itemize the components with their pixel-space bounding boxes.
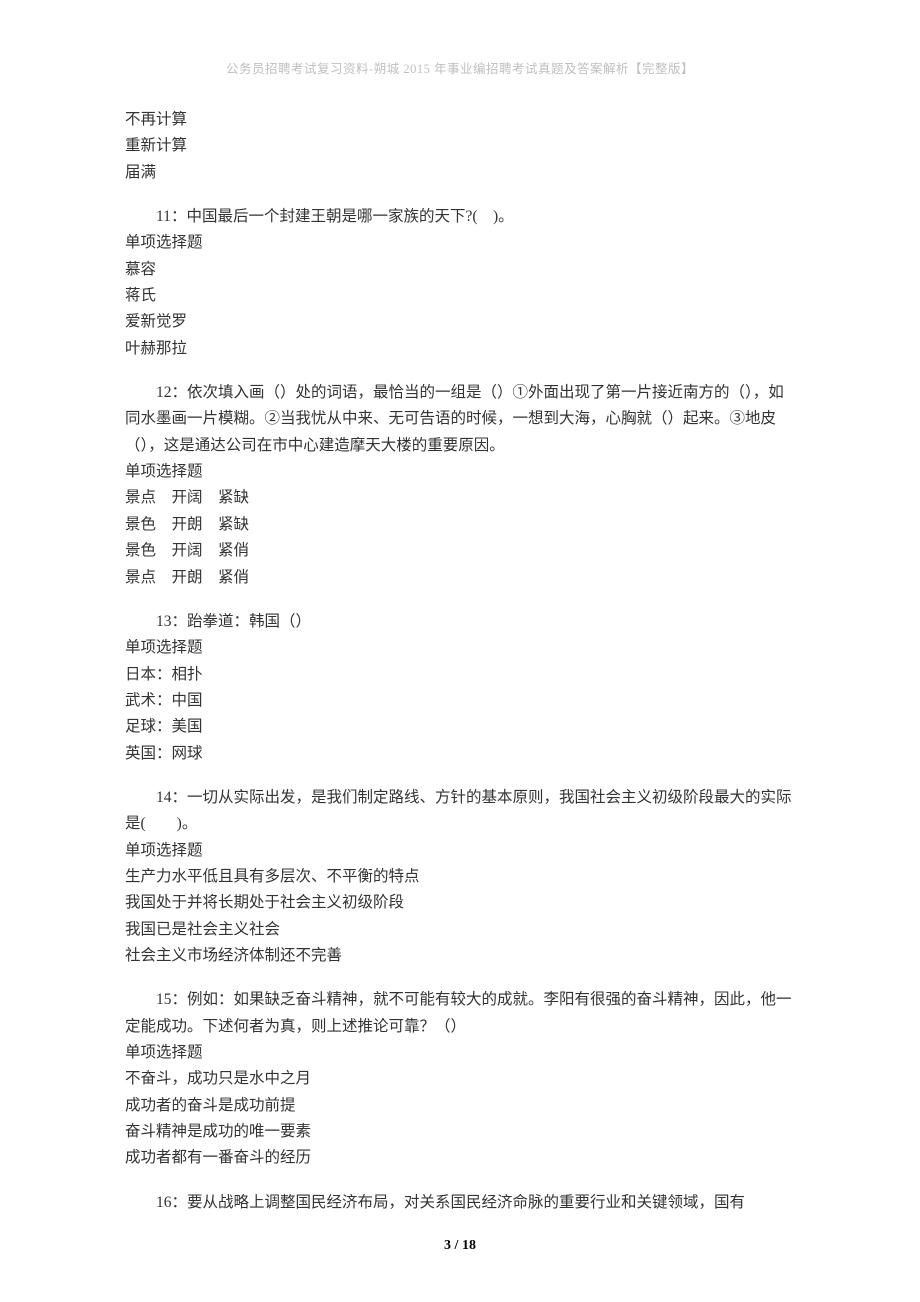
option-item: 不再计算 xyxy=(125,107,795,133)
question-type: 单项选择题 xyxy=(125,459,795,485)
question-stem: 12：依次填入画（）处的词语，最恰当的一组是（）①外面出现了第一片接近南方的（）… xyxy=(125,380,795,459)
question-13: 13：跆拳道：韩国（） 单项选择题 日本：相扑 武术：中国 足球：美国 英国：网… xyxy=(125,609,795,767)
option-item: 我国处于并将长期处于社会主义初级阶段 xyxy=(125,890,795,916)
option-item: 不奋斗，成功只是水中之月 xyxy=(125,1066,795,1092)
question-stem: 15：例如：如果缺乏奋斗精神，就不可能有较大的成就。李阳有很强的奋斗精神，因此，… xyxy=(125,987,795,1040)
option-item: 慕容 xyxy=(125,257,795,283)
page-header: 公务员招聘考试复习资料-朔城 2015 年事业编招聘考试真题及答案解析【完整版】 xyxy=(125,58,795,77)
option-item: 足球：美国 xyxy=(125,714,795,740)
question-stem: 14：一切从实际出发，是我们制定路线、方针的基本原则，我国社会主义初级阶段最大的… xyxy=(125,785,795,838)
question-16: 16：要从战略上调整国民经济布局，对关系国民经济命脉的重要行业和关键领域，国有 xyxy=(125,1190,795,1216)
question-number: 15 xyxy=(156,991,172,1008)
option-item: 成功者的奋斗是成功前提 xyxy=(125,1093,795,1119)
option-item: 我国已是社会主义社会 xyxy=(125,917,795,943)
option-item: 景色 开阔 紧俏 xyxy=(125,538,795,564)
question-text: 要从战略上调整国民经济布局，对关系国民经济命脉的重要行业和关键领域，国有 xyxy=(187,1194,745,1211)
option-item: 爱新觉罗 xyxy=(125,309,795,335)
page-number-total: 18 xyxy=(462,1238,476,1253)
question-15: 15：例如：如果缺乏奋斗精神，就不可能有较大的成就。李阳有很强的奋斗精神，因此，… xyxy=(125,987,795,1171)
orphan-options-block: 不再计算 重新计算 届满 xyxy=(125,107,795,186)
option-item: 社会主义市场经济体制还不完善 xyxy=(125,943,795,969)
option-item: 日本：相扑 xyxy=(125,662,795,688)
question-type: 单项选择题 xyxy=(125,1040,795,1066)
option-item: 景点 开阔 紧缺 xyxy=(125,485,795,511)
question-number: 14 xyxy=(156,789,172,806)
question-number: 11 xyxy=(156,208,171,225)
option-item: 景色 开朗 紧缺 xyxy=(125,512,795,538)
question-number: 16 xyxy=(156,1194,172,1211)
question-12: 12：依次填入画（）处的词语，最恰当的一组是（）①外面出现了第一片接近南方的（）… xyxy=(125,380,795,591)
option-item: 成功者都有一番奋斗的经历 xyxy=(125,1145,795,1171)
option-item: 英国：网球 xyxy=(125,741,795,767)
page-footer: 3 / 18 xyxy=(0,1238,920,1254)
page-number-current: 3 xyxy=(444,1238,451,1253)
question-text: 一切从实际出发，是我们制定路线、方针的基本原则，我国社会主义初级阶段最大的实际是… xyxy=(125,789,792,832)
option-item: 重新计算 xyxy=(125,133,795,159)
question-stem: 16：要从战略上调整国民经济布局，对关系国民经济命脉的重要行业和关键领域，国有 xyxy=(125,1190,795,1216)
question-14: 14：一切从实际出发，是我们制定路线、方针的基本原则，我国社会主义初级阶段最大的… xyxy=(125,785,795,969)
question-text: 跆拳道：韩国（） xyxy=(187,613,311,630)
option-item: 武术：中国 xyxy=(125,688,795,714)
question-number: 13 xyxy=(156,613,172,630)
question-stem: 13：跆拳道：韩国（） xyxy=(125,609,795,635)
option-item: 生产力水平低且具有多层次、不平衡的特点 xyxy=(125,864,795,890)
document-page: 公务员招聘考试复习资料-朔城 2015 年事业编招聘考试真题及答案解析【完整版】… xyxy=(0,0,920,1302)
question-type: 单项选择题 xyxy=(125,230,795,256)
question-type: 单项选择题 xyxy=(125,635,795,661)
document-body: 不再计算 重新计算 届满 11：中国最后一个封建王朝是哪一家族的天下?( )。 … xyxy=(125,107,795,1216)
question-text: 依次填入画（）处的词语，最恰当的一组是（）①外面出现了第一片接近南方的（），如同… xyxy=(125,384,784,454)
page-number-sep: / xyxy=(451,1238,462,1253)
question-text: 例如：如果缺乏奋斗精神，就不可能有较大的成就。李阳有很强的奋斗精神，因此，他一定… xyxy=(125,991,792,1034)
question-text: 中国最后一个封建王朝是哪一家族的天下?( )。 xyxy=(186,208,513,225)
option-item: 蒋氏 xyxy=(125,283,795,309)
question-number: 12 xyxy=(156,384,172,401)
option-item: 叶赫那拉 xyxy=(125,336,795,362)
option-item: 奋斗精神是成功的唯一要素 xyxy=(125,1119,795,1145)
question-stem: 11：中国最后一个封建王朝是哪一家族的天下?( )。 xyxy=(125,204,795,230)
option-item: 届满 xyxy=(125,160,795,186)
option-item: 景点 开朗 紧俏 xyxy=(125,565,795,591)
question-11: 11：中国最后一个封建王朝是哪一家族的天下?( )。 单项选择题 慕容 蒋氏 爱… xyxy=(125,204,795,362)
question-type: 单项选择题 xyxy=(125,838,795,864)
